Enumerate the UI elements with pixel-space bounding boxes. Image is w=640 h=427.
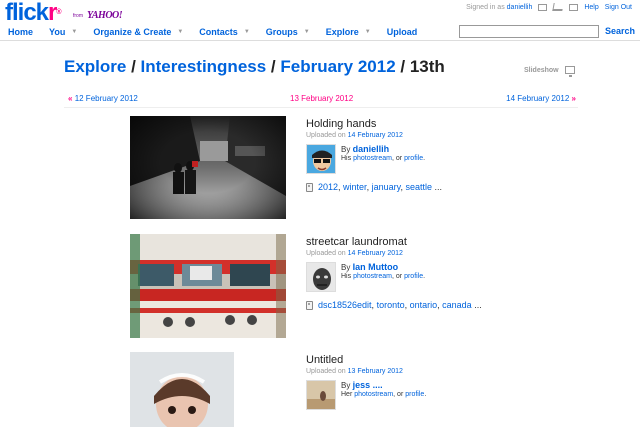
- site-header: flickr® from YAHOO! Signed in as daniell…: [0, 0, 640, 41]
- nav-contacts[interactable]: Contacts ▼: [199, 27, 249, 37]
- tag-link[interactable]: winter: [343, 182, 367, 192]
- photo-info: Holding hands Uploaded on 14 February 20…: [306, 118, 606, 192]
- tag-list: 2012, winter, january, seattle ...: [306, 182, 606, 192]
- photo-title[interactable]: Untitled: [306, 354, 606, 366]
- from-label: from: [73, 13, 83, 19]
- breadcrumb-month[interactable]: February 2012: [280, 57, 395, 76]
- photo-info: streetcar laundromat Uploaded on 14 Febr…: [306, 236, 606, 310]
- owner-link[interactable]: daniellih: [353, 144, 390, 154]
- tag-icon: [306, 300, 313, 310]
- tag-link[interactable]: ontario: [410, 300, 438, 310]
- profile-link[interactable]: profile: [405, 391, 424, 398]
- tag-link[interactable]: dsc18526edit: [318, 300, 372, 310]
- owner-details: By daniellih His photostream, or profile…: [341, 144, 426, 162]
- slideshow-button[interactable]: Slideshow: [524, 66, 575, 77]
- mail-icon[interactable]: [538, 3, 548, 11]
- breadcrumb-day: 13th: [409, 57, 445, 76]
- owner-block: By Ian Muttoo His photostream, or profil…: [306, 262, 606, 292]
- nav-organize-create[interactable]: Organize & Create ▼: [93, 27, 183, 37]
- owner-block: By daniellih His photostream, or profile…: [306, 144, 606, 174]
- flickr-logo[interactable]: flickr®: [5, 1, 62, 25]
- nav-groups[interactable]: Groups ▼: [266, 27, 310, 37]
- cart-icon[interactable]: [552, 3, 565, 11]
- avatar[interactable]: [306, 144, 336, 174]
- tag-icon: [306, 182, 313, 192]
- owner-block: By jess .... Her photostream, or profile…: [306, 380, 606, 410]
- upload-date: Uploaded on 14 February 2012: [306, 250, 403, 257]
- nav-home[interactable]: Home: [8, 27, 33, 37]
- next-day-link[interactable]: 14 February 2012 »: [506, 94, 576, 103]
- account-bar: Signed in as daniellih Help Sign Out: [466, 3, 632, 11]
- yahoo-logo: YAHOO!: [87, 10, 123, 21]
- tag-link[interactable]: january: [372, 182, 401, 192]
- tag-link[interactable]: toronto: [377, 300, 405, 310]
- nav-explore[interactable]: Explore ▼: [326, 27, 371, 37]
- nav-you[interactable]: You ▼: [49, 27, 77, 37]
- tag-list: dsc18526edit, toronto, ontario, canada .…: [306, 300, 606, 310]
- help-link[interactable]: Help: [584, 4, 598, 11]
- upload-date: Uploaded on 14 February 2012: [306, 132, 403, 139]
- photo-title[interactable]: streetcar laundromat: [306, 236, 606, 248]
- photostream-link[interactable]: photostream: [353, 155, 392, 162]
- chevron-down-icon[interactable]: ▼: [365, 29, 371, 35]
- tag-link[interactable]: 2012: [318, 182, 338, 192]
- date-navigation: « 12 February 2012 13 February 2012 14 F…: [64, 94, 578, 108]
- previous-day-link[interactable]: « 12 February 2012: [68, 94, 138, 103]
- username-link[interactable]: daniellih: [507, 4, 533, 11]
- chevron-down-icon[interactable]: ▼: [304, 29, 310, 35]
- chevron-down-icon[interactable]: ▼: [177, 29, 183, 35]
- breadcrumb-explore[interactable]: Explore: [64, 57, 126, 76]
- owner-details: By Ian Muttoo His photostream, or profil…: [341, 262, 426, 280]
- main-nav: Home You ▼ Organize & Create ▼ Contacts ▼ Group…: [8, 27, 433, 37]
- nav-upload[interactable]: Upload: [387, 27, 418, 37]
- chevron-down-icon[interactable]: ▼: [244, 29, 250, 35]
- search-button[interactable]: Search: [605, 26, 635, 36]
- avatar[interactable]: [306, 262, 336, 292]
- photo-info: Untitled Uploaded on 13 February 2012 By…: [306, 354, 606, 410]
- photo-title[interactable]: Holding hands: [306, 118, 606, 130]
- search-input[interactable]: [459, 25, 599, 38]
- owner-link[interactable]: Ian Muttoo: [353, 262, 399, 272]
- photostream-link[interactable]: photostream: [354, 391, 393, 398]
- more-tags: ...: [431, 182, 442, 192]
- owner-link[interactable]: jess ....: [353, 380, 383, 390]
- photostream-link[interactable]: photostream: [353, 273, 392, 280]
- monitor-icon: [564, 66, 575, 77]
- breadcrumb-interestingness[interactable]: Interestingness: [141, 57, 267, 76]
- more-tags: ...: [471, 300, 482, 310]
- photo-thumbnail[interactable]: [130, 116, 286, 224]
- tag-link[interactable]: canada: [442, 300, 472, 310]
- profile-link[interactable]: profile: [404, 155, 423, 162]
- sign-out-link[interactable]: Sign Out: [605, 4, 632, 11]
- current-day-label: 13 February 2012: [290, 94, 354, 103]
- owner-details: By jess .... Her photostream, or profile…: [341, 380, 427, 398]
- photo-thumbnail[interactable]: [130, 234, 286, 343]
- photo-thumbnail[interactable]: [130, 352, 234, 427]
- chevron-down-icon[interactable]: ▼: [71, 29, 77, 35]
- tag-link[interactable]: seattle: [405, 182, 432, 192]
- upload-date: Uploaded on 13 February 2012: [306, 368, 403, 375]
- inbox-icon[interactable]: [569, 3, 579, 11]
- avatar[interactable]: [306, 380, 336, 410]
- profile-link[interactable]: profile: [404, 273, 423, 280]
- page-title: Explore / Interestingness / February 201…: [64, 57, 445, 76]
- signed-in-label: Signed in as daniellih: [466, 3, 533, 11]
